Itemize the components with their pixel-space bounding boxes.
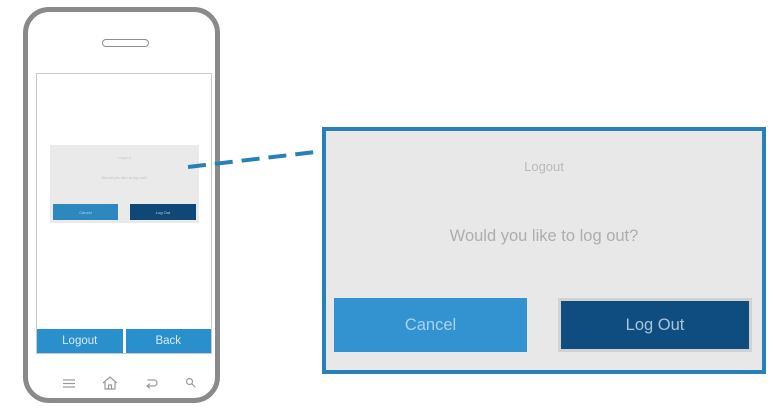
phone-nav-bar [54,374,202,392]
zoomed-logout-dialog: Logout Would you like to log out? Cancel… [322,127,766,374]
mini-cancel-button[interactable]: Cancel [53,204,118,220]
mini-logout-dialog: Logout Would you like to log out? Cancel… [50,145,199,223]
mini-logout-button[interactable]: Log Out [130,204,196,220]
mini-dialog-title: Logout [117,155,132,160]
tab-logout[interactable]: Logout [37,329,123,353]
cancel-button[interactable]: Cancel [334,298,527,352]
bottom-tab-bar: Logout Back [37,329,211,353]
search-icon[interactable] [184,374,198,392]
dialog-message: Would you like to log out? [449,227,639,245]
zoom-connector-line [187,149,325,169]
phone-screen: Logout Would you like to log out? Cancel… [36,73,212,354]
back-arrow-icon[interactable] [144,374,158,392]
menu-icon[interactable] [62,374,76,392]
home-icon[interactable] [101,374,119,392]
tab-back[interactable]: Back [122,329,211,353]
mini-dialog-message: Would you like to log out? [101,175,148,180]
phone-frame: Logout Would you like to log out? Cancel… [23,7,220,403]
dialog-title: Logout [524,159,564,174]
log-out-button[interactable]: Log Out [558,298,752,352]
phone-speaker [102,39,149,47]
